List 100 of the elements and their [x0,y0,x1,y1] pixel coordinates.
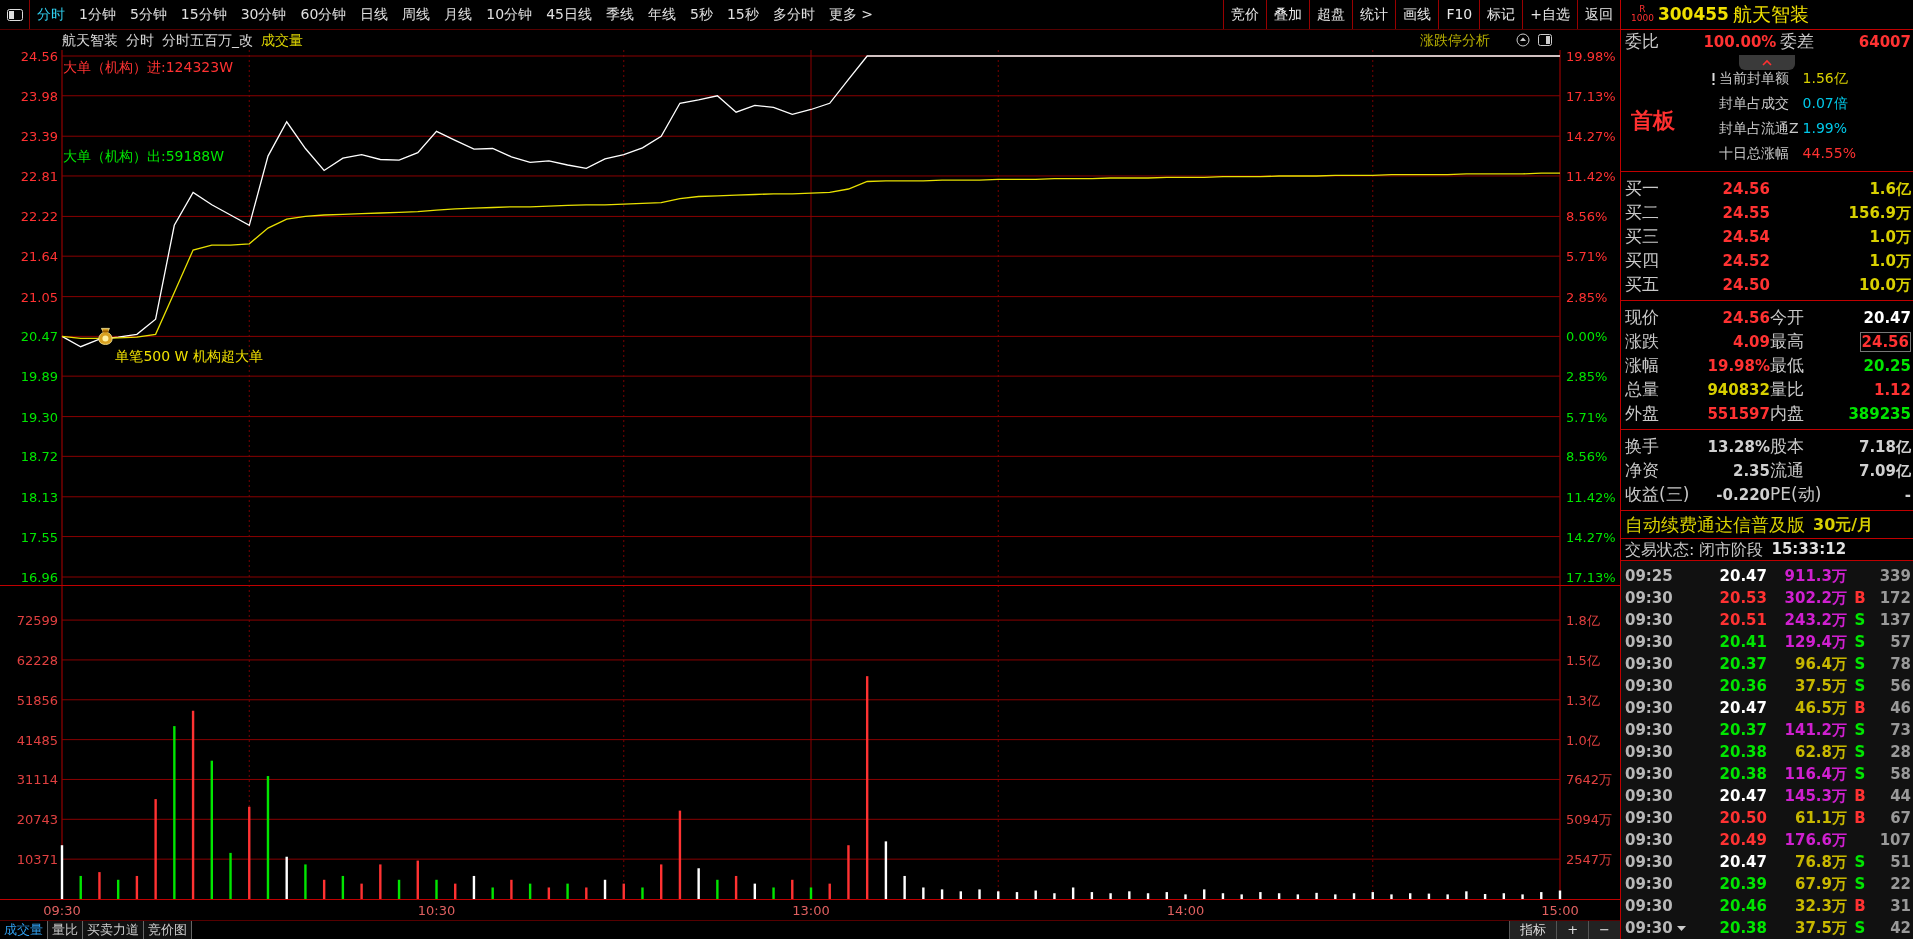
axis-label: 24.56 [20,50,58,64]
volume-bar [79,875,82,899]
period-tab[interactable]: 5分钟 [122,0,174,29]
toolbar-button[interactable]: 标记 [1479,0,1523,29]
field-label: 涨幅 [1625,354,1660,377]
field-value: 13.28% [1707,437,1770,456]
money-bag-icon [98,328,113,345]
bar-button[interactable]: + [1556,921,1589,939]
bar-button[interactable]: − [1588,921,1620,939]
tick-time: 09:30 [1625,610,1674,631]
tick-time: 09:30 [1625,918,1674,939]
axis-label: 23.98 [20,88,58,104]
axis-label: 14.27% [1566,529,1616,545]
panel-toggle-icon[interactable] [6,8,23,21]
volume-bar [117,879,120,899]
indicator-tab[interactable]: 竞价图 [144,921,192,939]
caret-down-icon[interactable] [1677,925,1686,931]
tick-count: 51 [1889,852,1911,873]
field-label: 最低 [1770,354,1805,377]
axis-label: 51856 [16,692,58,708]
badge-text: R [1639,5,1646,15]
bid-price: 24.52 [1721,250,1770,272]
period-tab[interactable]: 更多 > [821,0,880,29]
toolbar-button[interactable]: 返回 [1577,0,1620,29]
period-tab[interactable]: 5秒 [683,0,720,29]
period-tab[interactable]: 分时 [30,0,72,29]
volume-bar [1446,894,1449,899]
tick-price: 20.49 [1718,830,1767,851]
toolbar-button[interactable]: 超盘 [1309,0,1353,29]
tick-volume: 129.4万 [1783,632,1847,653]
axis-label: 2547万 [1566,852,1613,868]
promo-price[interactable]: 30元/月 [1813,512,1874,537]
volume-bar [922,887,925,899]
period-tab[interactable]: 60分钟 [293,0,354,29]
period-tab[interactable]: 周线 [395,0,438,29]
volume-bar [791,879,794,899]
tick-time: 09:30 [1625,764,1674,785]
tick-price: 20.47 [1718,852,1767,873]
period-tab[interactable]: 1分钟 [72,0,123,29]
period-tab[interactable]: 日线 [353,0,396,29]
trade-side: S [1853,874,1867,895]
axis-label: 15:00 [1541,903,1579,918]
indicator-tab[interactable]: 买卖力道 [83,921,144,939]
stat-label: 封单占流通Z [1719,119,1799,139]
volume-bar [135,875,139,899]
indicator-tab[interactable]: 量比 [48,921,83,939]
tick-count: 57 [1889,632,1911,653]
volume-bar [1259,892,1262,899]
tick-volume: 145.3万 [1783,786,1847,807]
analysis-link[interactable]: 涨跌停分析 [1420,29,1490,51]
volume-bar [547,887,551,899]
toolbar-button[interactable]: 竞价 [1223,0,1267,29]
field-value: 64007 [1858,31,1911,53]
tick-price: 20.38 [1718,764,1767,785]
field-value: 24.56 [1859,331,1911,352]
period-tab[interactable]: 季线 [599,0,641,29]
period-tab[interactable]: 15秒 [719,0,766,29]
trade-side: S [1853,676,1867,697]
toolbar-button[interactable]: +自选 [1522,0,1577,29]
period-tab[interactable]: 月线 [437,0,480,29]
volume-bar [341,875,345,899]
toolbar-button[interactable]: 统计 [1352,0,1396,29]
period-tab[interactable]: 45日线 [539,0,599,29]
period-tab[interactable]: 15分钟 [173,0,234,29]
period-tab[interactable]: 30分钟 [233,0,294,29]
toolbar-button[interactable]: 叠加 [1266,0,1310,29]
tick-price: 20.51 [1718,610,1767,631]
volume-bar [360,883,363,899]
volume-bar [1371,892,1374,899]
volume-bar [1128,891,1131,899]
trade-side: S [1853,610,1867,631]
promo-text[interactable]: 自动续费通达信普及版 [1625,511,1805,538]
tick-count: 172 [1878,588,1911,609]
stat-value: 1.99% [1802,119,1849,139]
field-label: 现价 [1625,306,1660,329]
tick-volume: 37.5万 [1794,676,1847,697]
volume-bar [1240,894,1243,899]
tick-count: 46 [1889,698,1911,719]
period-tab[interactable]: 年线 [641,0,683,29]
field-value: 551597 [1707,404,1770,423]
tick-volume: 176.6万 [1783,830,1847,851]
tick-time: 09:30 [1625,742,1674,763]
period-tab[interactable]: 10分钟 [479,0,540,29]
bid-label: 买二 [1625,201,1660,224]
stat-label: 封单占成交 [1719,94,1790,114]
bid-price: 24.50 [1721,274,1770,296]
field-value: 19.98% [1707,356,1770,375]
panel-icon[interactable] [1538,33,1552,47]
stat-label: 十日总涨幅 [1719,144,1790,164]
volume-bar [1146,893,1150,899]
bid-label: 买三 [1625,225,1660,248]
volume-bar [1296,894,1300,899]
bid-label: 买五 [1625,273,1660,296]
toolbar-button[interactable]: 画线 [1395,0,1439,29]
period-tab[interactable]: 多分时 [765,0,822,29]
collapse-button[interactable] [1739,54,1795,70]
volume-bar [491,887,494,899]
legend-text: 大单（机构）出:59188W [63,148,225,164]
bar-button[interactable]: 指标 [1509,921,1557,939]
toolbar-button[interactable]: F10 [1438,0,1480,29]
